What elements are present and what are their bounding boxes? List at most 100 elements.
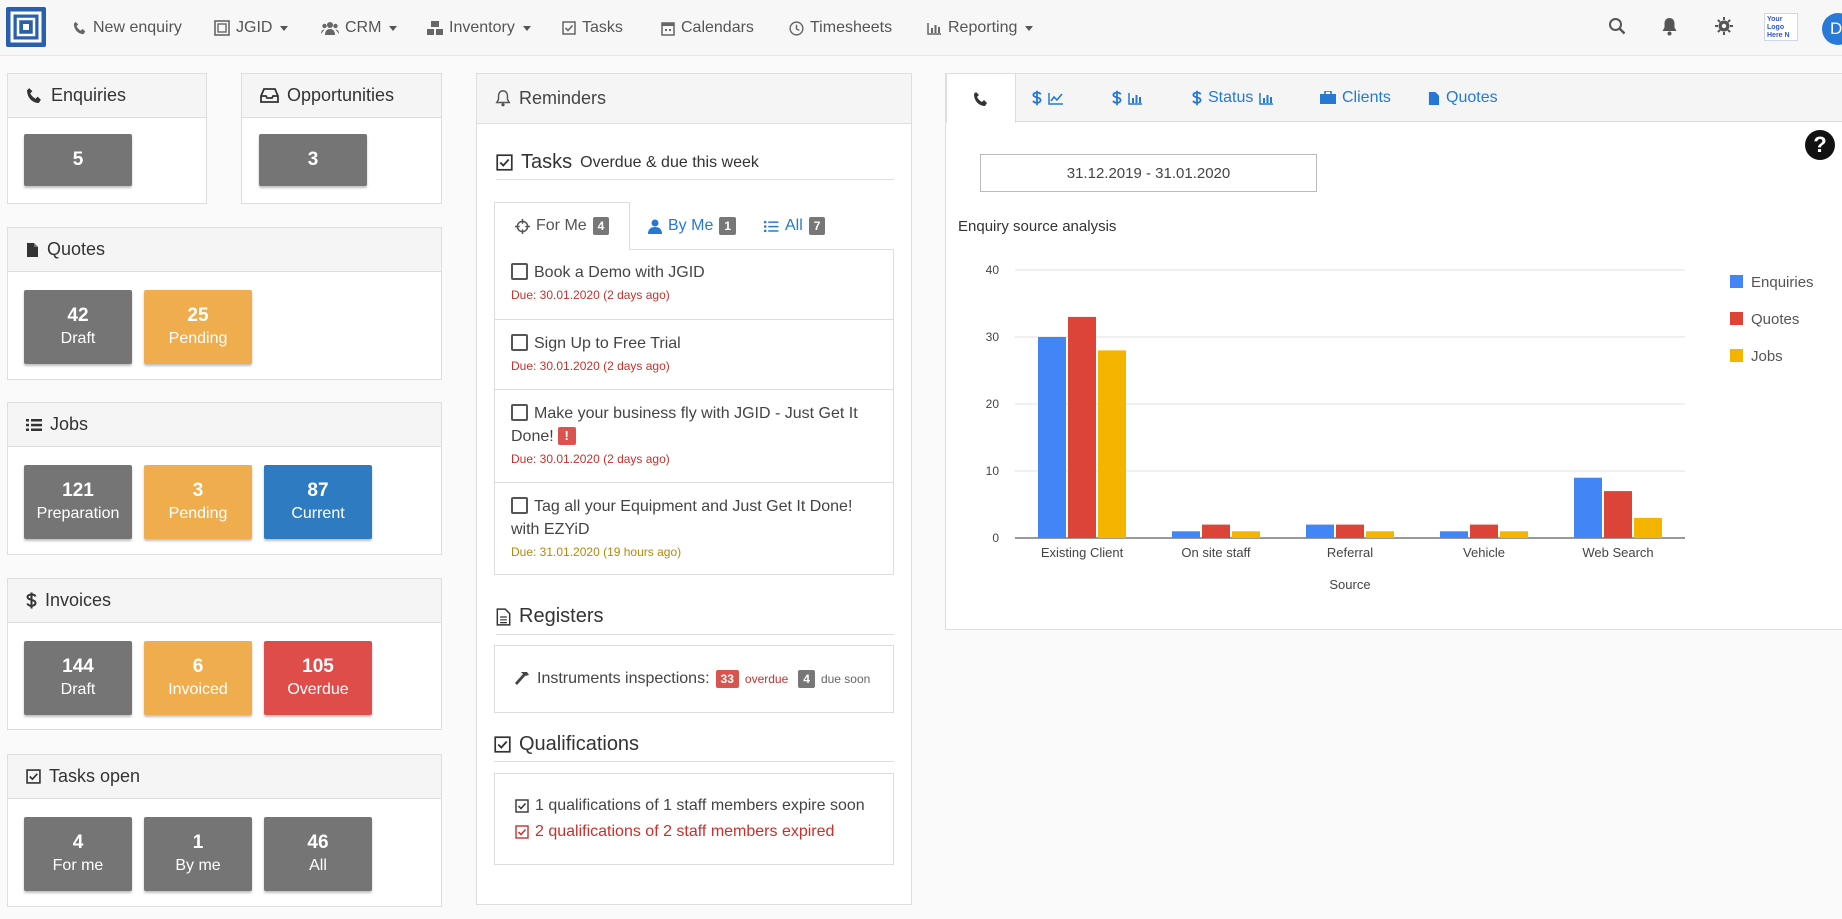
task-item[interactable]: Sign Up to Free Trial Due: 30.01.2020 (2… [495,319,893,389]
quotes-title: Quotes [47,239,106,259]
top-navbar: New enquiry JGID CRM Inventory Tasks Cal… [0,0,1842,56]
opportunities-panel: Opportunities 3 [241,73,442,204]
jobs-header: Jobs [8,403,441,447]
chart-legend-swatch [1730,349,1743,362]
invoices-invoiced-tile[interactable]: 6 Invoiced [144,641,252,715]
jobs-current-label: Current [291,505,345,522]
jobs-preparation-tile[interactable]: 121 Preparation [24,465,132,539]
nav-timesheets[interactable]: Timesheets [789,0,892,56]
nav-reporting-menu[interactable]: Reporting [927,0,1034,56]
tab-all-count: 7 [808,217,826,235]
jobs-current-tile[interactable]: 87 Current [264,465,372,539]
inbox-icon [260,88,279,103]
task-checkbox[interactable] [511,334,528,351]
chart-y-tick-label: 40 [986,263,1000,277]
help-icon[interactable]: ? [1805,130,1835,160]
nav-new-enquiry-label: New enquiry [93,19,182,36]
nav-jgid-menu[interactable]: JGID [214,0,289,56]
chevron-down-icon [522,25,531,31]
register-soon-count: 4 [798,670,815,688]
nav-timesheets-label: Timesheets [810,19,893,36]
opportunities-count-tile[interactable]: 3 [259,134,367,186]
bar-chart-icon [1128,92,1142,105]
tab-for-me-label: For Me [536,217,587,234]
file-icon [1428,91,1440,105]
tab-by-me-count: 1 [719,217,737,235]
chart-bar-jobs [1098,350,1126,538]
qualification-item[interactable]: 1 qualifications of 1 staff members expi… [515,794,893,818]
company-logo[interactable]: Your Logo Here N [1764,13,1798,41]
bar-chart-icon [927,22,941,35]
nav-tasks[interactable]: Tasks [562,0,623,56]
chart-x-tick-label: On site staff [1181,545,1251,560]
chevron-down-icon [280,25,289,31]
nav-new-enquiry[interactable]: New enquiry [73,0,182,56]
invoices-overdue-label: Overdue [287,681,349,698]
qualification-item[interactable]: 2 qualifications of 2 staff members expi… [515,818,893,846]
nav-crm-label: CRM [345,19,382,36]
tab-value-bars[interactable] [1086,74,1169,122]
tab-clients[interactable]: Clients [1294,74,1417,122]
app-logo[interactable] [6,7,46,47]
tab-value-trend[interactable] [1006,74,1090,122]
check-square-icon [26,769,41,784]
tab-status-label: Status [1208,89,1254,106]
task-item[interactable]: Make your business fly with JGID - Just … [495,389,893,482]
tab-status[interactable]: Status [1166,74,1300,122]
dollar-icon [1112,90,1122,106]
bell-icon[interactable] [1661,17,1678,39]
task-checkbox[interactable] [511,263,528,280]
task-item[interactable]: Tag all your Equipment and Just Get It D… [495,482,893,574]
calendar-icon [661,21,675,36]
tab-by-me-label: By Me [668,217,714,234]
invoices-overdue-count: 105 [302,656,334,677]
task-text: Tag all your Equipment and Just Get It D… [511,498,853,538]
user-avatar[interactable]: D [1822,13,1842,45]
task-checkbox[interactable] [511,404,528,421]
tasks-by-me-tile[interactable]: 1 By me [144,817,252,891]
nav-inventory-menu[interactable]: Inventory [427,0,531,56]
task-item[interactable]: Book a Demo with JGID Due: 30.01.2020 (2… [495,249,893,319]
invoices-overdue-tile[interactable]: 105 Overdue [264,641,372,715]
nav-crm-menu[interactable]: CRM [321,0,398,56]
jobs-pending-tile[interactable]: 3 Pending [144,465,252,539]
dollar-icon [1032,90,1042,106]
nav-tasks-label: Tasks [582,19,623,36]
enquiries-title: Enquiries [51,85,127,105]
tab-for-me[interactable]: For Me 4 [494,202,631,250]
search-icon[interactable] [1608,17,1626,38]
chart-legend-swatch [1730,275,1743,288]
tab-all[interactable]: All 7 [744,202,845,250]
tab-for-me-count: 4 [592,217,610,235]
date-range-input[interactable]: 31.12.2019 - 31.01.2020 [980,154,1317,192]
tab-all-label: All [785,217,803,234]
nav-calendars[interactable]: Calendars [661,0,754,56]
quotes-pending-tile[interactable]: 25 Pending [144,290,252,364]
jobs-current-count: 87 [307,480,329,501]
chart-x-tick-label: Vehicle [1463,545,1505,560]
register-row[interactable]: Instruments inspections: 33 overdue 4 du… [494,645,894,713]
tasks-section-heading: Tasks Overdue & due this week [496,151,894,180]
task-due: Due: 30.01.2020 (2 days ago) [511,452,670,466]
tab-by-me[interactable]: By Me 1 [628,202,756,250]
check-square-icon [515,799,529,813]
chart-legend-label: Jobs [1751,348,1783,365]
tasks-for-me-tile[interactable]: 4 For me [24,817,132,891]
quotes-header: Quotes [8,228,441,272]
tasks-by-me-label: By me [175,857,221,874]
qualifications-section-heading: Qualifications [494,733,894,762]
enquiries-count-tile[interactable]: 5 [24,134,132,186]
tab-quotes[interactable]: Quotes [1402,74,1524,122]
quotes-panel: Quotes 42 Draft 25 Pending [7,227,442,380]
chart-bar-enquiries [1306,524,1334,538]
invoices-header: Invoices [8,579,441,623]
quotes-draft-tile[interactable]: 42 Draft [24,290,132,364]
chart-bar-jobs [1232,531,1260,538]
invoices-draft-label: Draft [60,681,96,698]
chart-legend-swatch [1730,312,1743,325]
tasks-all-tile[interactable]: 46 All [264,817,372,891]
tasks-section-subtitle: Overdue & due this week [580,153,759,171]
task-checkbox[interactable] [511,497,528,514]
invoices-draft-tile[interactable]: 144 Draft [24,641,132,715]
gear-icon[interactable] [1715,17,1733,38]
